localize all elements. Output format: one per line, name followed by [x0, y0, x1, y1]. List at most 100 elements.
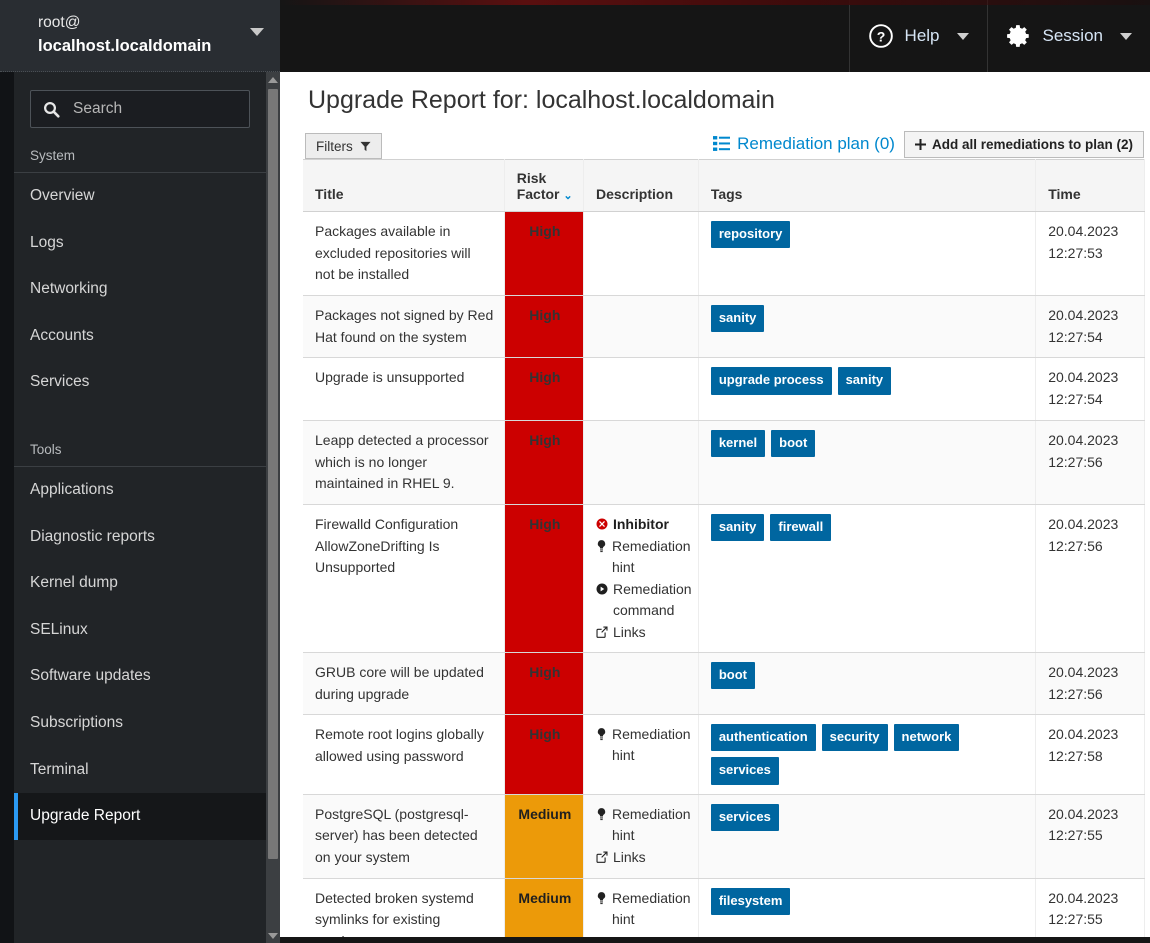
tag-badge[interactable]: upgrade process [710, 367, 832, 395]
tag-badge[interactable]: authentication [710, 724, 816, 752]
tag-badge[interactable]: boot [710, 661, 755, 690]
table-row[interactable]: Leapp detected a processor which is no l… [303, 420, 1145, 505]
filters-button[interactable]: Filters [305, 133, 382, 159]
cell-description[interactable]: Remediation hint [583, 878, 699, 943]
cell-description[interactable]: Remediation hint [583, 714, 699, 795]
remediation-plan-link[interactable]: Remediation plan (0) [713, 131, 904, 158]
description-hint[interactable]: Remediation hint [596, 888, 691, 930]
cell-title[interactable]: Remote root logins globally allowed usin… [303, 714, 505, 795]
search-container [14, 72, 266, 138]
cell-time-value: 12:27:54 [1048, 328, 1103, 345]
sidebar-item-software-updates[interactable]: Software updates [14, 653, 266, 700]
cell-title[interactable]: Firewalld Configuration AllowZoneDriftin… [303, 504, 505, 653]
description-hint[interactable]: Remediation hint [596, 804, 691, 846]
sidebar-scroll-area: System Overview Logs Networking Accounts… [14, 72, 266, 943]
sidebar-scrollbar-thumb[interactable] [268, 89, 278, 859]
cell-title[interactable]: GRUB core will be updated during upgrade [303, 652, 505, 716]
sidebar-item-accounts[interactable]: Accounts [14, 313, 266, 360]
gear-icon [1006, 23, 1032, 49]
tag-badge[interactable]: boot [771, 429, 816, 457]
help-menu[interactable]: ? Help [850, 0, 987, 72]
table-row[interactable]: Packages not signed by Red Hat found on … [303, 295, 1145, 359]
tag-list: boot [710, 661, 1025, 690]
session-menu[interactable]: Session [988, 0, 1150, 72]
scroll-up-icon[interactable] [266, 72, 280, 87]
tag-list: authentication security network services [710, 724, 1025, 785]
tag-badge[interactable]: services [710, 803, 779, 831]
search-input[interactable] [71, 99, 237, 119]
column-header-description[interactable]: Description [583, 159, 699, 212]
sidebar-item-services[interactable]: Services [14, 359, 266, 406]
tag-badge[interactable]: services [710, 757, 779, 785]
description-label: Remediation command [612, 580, 692, 618]
cell-tags: services [698, 794, 1037, 879]
table-row[interactable]: PostgreSQL (postgresql-server) has been … [303, 794, 1145, 879]
sidebar-item-overview[interactable]: Overview [14, 173, 266, 220]
tag-badge[interactable]: network [893, 724, 960, 752]
table-row[interactable]: Firewalld Configuration AllowZoneDriftin… [303, 504, 1145, 653]
table-row[interactable]: Remote root logins globally allowed usin… [303, 714, 1145, 795]
cell-time-value: 12:27:54 [1048, 391, 1103, 408]
cell-title[interactable]: PostgreSQL (postgresql-server) has been … [303, 794, 505, 879]
description-hint[interactable]: Remediation hint [596, 536, 691, 578]
cell-description[interactable] [583, 295, 699, 359]
cell-time: 20.04.2023 12:27:56 [1035, 652, 1145, 716]
search-box[interactable] [30, 90, 250, 128]
description-hint[interactable]: Remediation hint [596, 724, 691, 766]
description-command[interactable]: Remediation command [596, 579, 692, 621]
cell-description[interactable]: Remediation hint Links [583, 794, 699, 879]
tag-badge[interactable]: filesystem [710, 887, 791, 915]
sidebar-item-selinux[interactable]: SELinux [14, 607, 266, 654]
description-links[interactable]: Links [596, 847, 688, 868]
cell-risk-factor: High [504, 504, 584, 653]
tag-badge[interactable]: kernel [710, 429, 766, 457]
sidebar-item-subscriptions[interactable]: Subscriptions [14, 700, 266, 747]
column-header-risk-factor[interactable]: Risk Factor ⌄ [504, 159, 584, 212]
tag-badge[interactable]: repository [710, 221, 791, 249]
tag-badge[interactable]: firewall [770, 513, 832, 542]
scroll-down-icon[interactable] [266, 928, 280, 943]
sidebar-item-upgrade-report[interactable]: Upgrade Report [14, 793, 266, 840]
table-row[interactable]: Upgrade is unsupported High upgrade proces… [303, 357, 1145, 421]
cell-risk-factor: Medium [504, 794, 584, 879]
cell-title[interactable]: Packages not signed by Red Hat found on … [303, 295, 505, 359]
column-header-tags[interactable]: Tags [698, 159, 1037, 212]
cell-description[interactable] [583, 211, 699, 297]
add-all-remediations-button[interactable]: Add all remediations to plan (2) [903, 131, 1144, 158]
sidebar-item-applications[interactable]: Applications [14, 467, 266, 514]
column-header-time[interactable]: Time [1035, 159, 1145, 212]
cell-description[interactable] [583, 357, 699, 421]
description-links[interactable]: Links [596, 622, 688, 643]
tag-list: repository [710, 221, 1025, 249]
cell-description[interactable] [583, 420, 699, 505]
sidebar-scrollbar[interactable] [266, 72, 280, 943]
sidebar-item-terminal[interactable]: Terminal [14, 747, 266, 794]
description-label: Remediation hint [611, 726, 691, 764]
description-inhibitor[interactable]: Inhibitor [596, 514, 688, 535]
tag-badge[interactable]: sanity [710, 513, 765, 542]
column-header-risk-factor-label: Risk Factor [516, 170, 560, 202]
cell-description[interactable] [583, 652, 699, 716]
tag-badge[interactable]: sanity [710, 305, 765, 333]
sidebar-item-logs[interactable]: Logs [14, 220, 266, 267]
cell-date-value: 20.04.2023 [1048, 223, 1119, 239]
cell-title[interactable]: Upgrade is unsupported [303, 357, 505, 421]
sidebar-item-diagnostic-reports[interactable]: Diagnostic reports [14, 514, 266, 561]
sidebar-item-kernel-dump[interactable]: Kernel dump [14, 560, 266, 607]
cell-tags: filesystem [698, 878, 1037, 943]
cell-title[interactable]: Detected broken systemd symlinks for exi… [303, 878, 505, 943]
cell-description[interactable]: Inhibitor Remediation hint Remediation com… [583, 504, 699, 653]
tag-badge[interactable]: security [821, 724, 888, 752]
cell-title[interactable]: Packages available in excluded repositor… [303, 211, 505, 297]
host-selector[interactable]: root@ localhost.localdomain [0, 0, 280, 72]
description-label: Links [612, 848, 646, 865]
column-header-title[interactable]: Title [303, 159, 505, 212]
sidebar-body: System Overview Logs Networking Accounts… [0, 72, 280, 943]
table-row[interactable]: GRUB core will be updated during upgrade… [303, 652, 1145, 716]
tag-badge[interactable]: sanity [837, 367, 892, 395]
sidebar-item-networking[interactable]: Networking [14, 266, 266, 313]
lightbulb-icon [596, 724, 607, 741]
table-row[interactable]: Packages available in excluded repositor… [303, 211, 1145, 297]
cell-title[interactable]: Leapp detected a processor which is no l… [303, 420, 505, 505]
table-row[interactable]: Detected broken systemd symlinks for exi… [303, 878, 1145, 943]
